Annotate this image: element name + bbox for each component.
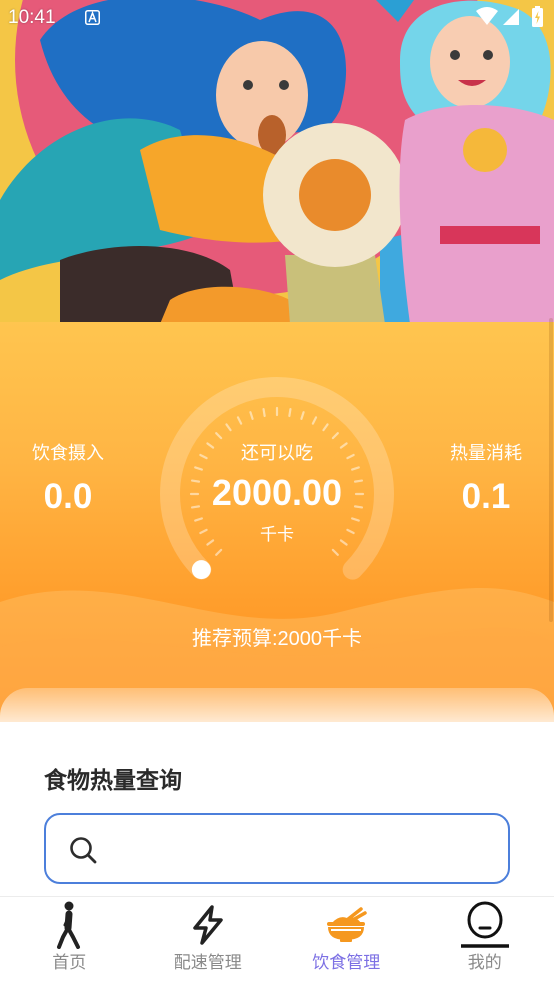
- intake-label: 饮食摄入: [32, 443, 104, 463]
- walking-person-icon: [0, 901, 139, 949]
- status-time: 10:41: [8, 7, 56, 28]
- gauge-tick: [215, 548, 223, 556]
- remaining-label: 还可以吃: [241, 443, 313, 463]
- nav-label-profile: 我的: [467, 953, 502, 972]
- hero-artwork: [0, 0, 554, 324]
- wifi-icon: [476, 7, 498, 25]
- profile-face-icon: [416, 901, 554, 949]
- remaining-unit: 千卡: [260, 525, 294, 544]
- status-icons: [476, 6, 548, 28]
- rice-bowl-icon: [277, 901, 416, 949]
- nav-item-pace[interactable]: 配速管理: [139, 897, 278, 984]
- nav-item-home[interactable]: 首页: [0, 897, 139, 984]
- food-search-title: 食物热量查询: [44, 767, 182, 793]
- a-notification-icon: [85, 10, 100, 25]
- remaining-stat: 还可以吃 2000.00 千卡: [177, 442, 377, 546]
- remaining-value: 2000.00: [211, 472, 343, 513]
- burned-value: 0.1: [461, 477, 511, 516]
- gauge-tick: [262, 407, 266, 418]
- app-screen: 10:41 饮食摄入 0.0 还可以吃 2000.00 千卡 热量消耗 0.1 …: [0, 0, 554, 984]
- scrollbar-thumb[interactable]: [549, 318, 553, 622]
- gauge-progress-dot: [191, 560, 211, 580]
- lightning-icon: [139, 901, 278, 949]
- intake-value: 0.0: [43, 477, 93, 516]
- gauge-tick: [225, 423, 232, 432]
- gauge-tick: [300, 411, 305, 420]
- gauge-tick: [249, 411, 254, 420]
- recommended-budget: 推荐预算:2000千卡: [191, 628, 363, 650]
- nav-label-pace: 配速管理: [173, 953, 242, 972]
- search-icon: [68, 835, 98, 865]
- calorie-panel: 饮食摄入 0.0 还可以吃 2000.00 千卡 热量消耗 0.1 推荐预算:2…: [0, 322, 554, 722]
- search-input[interactable]: [110, 825, 490, 871]
- intake-stat: 饮食摄入 0.0: [0, 442, 136, 519]
- battery-icon: [532, 6, 543, 27]
- status-bar: 10:41: [0, 0, 554, 34]
- gauge-tick: [331, 432, 339, 440]
- nav-item-diet[interactable]: 饮食管理: [277, 897, 416, 984]
- nav-item-profile[interactable]: 我的: [416, 897, 554, 984]
- gauge-tick: [311, 416, 318, 425]
- bottom-nav: 首页 配速管理 饮食管理 我的: [0, 896, 554, 984]
- nav-label-diet: 饮食管理: [312, 953, 381, 972]
- hero-illustration: [0, 0, 554, 324]
- gauge-tick: [331, 548, 339, 556]
- burned-label: 热量消耗: [450, 443, 522, 463]
- gauge-tick: [215, 432, 223, 440]
- search-box[interactable]: [44, 813, 510, 884]
- gauge-tick: [236, 416, 243, 425]
- nav-label-home: 首页: [52, 953, 87, 972]
- gauge-tick: [322, 423, 329, 432]
- signal-icon: [503, 9, 519, 25]
- burned-stat: 热量消耗 0.1: [418, 442, 554, 519]
- gauge-tick: [288, 407, 292, 418]
